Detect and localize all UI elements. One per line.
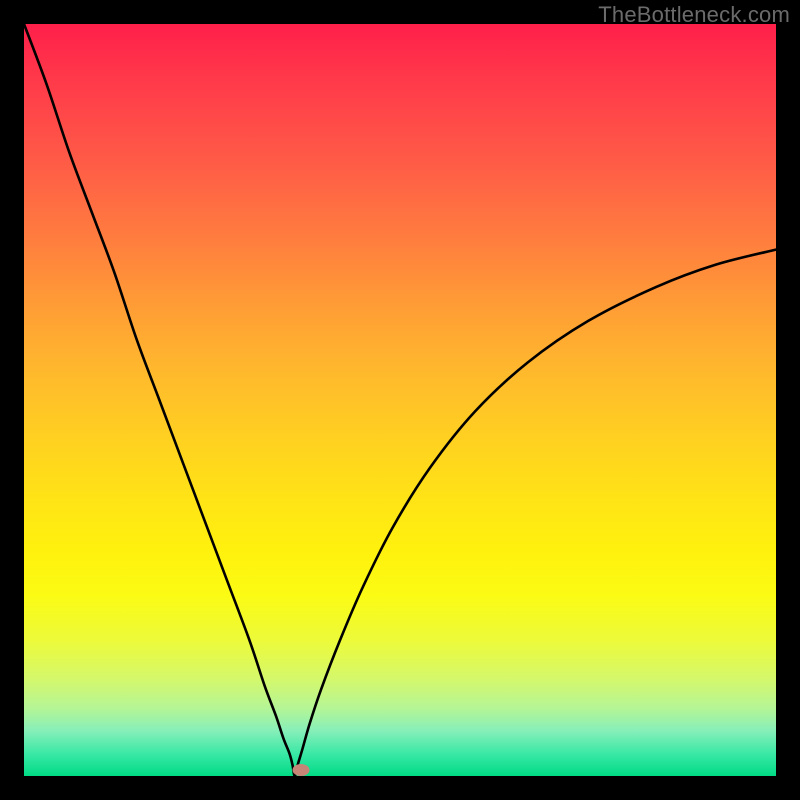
plot-area: [24, 24, 776, 776]
chart-frame: TheBottleneck.com: [0, 0, 800, 800]
optimum-marker: [292, 764, 309, 776]
bottleneck-curve: [24, 24, 776, 776]
